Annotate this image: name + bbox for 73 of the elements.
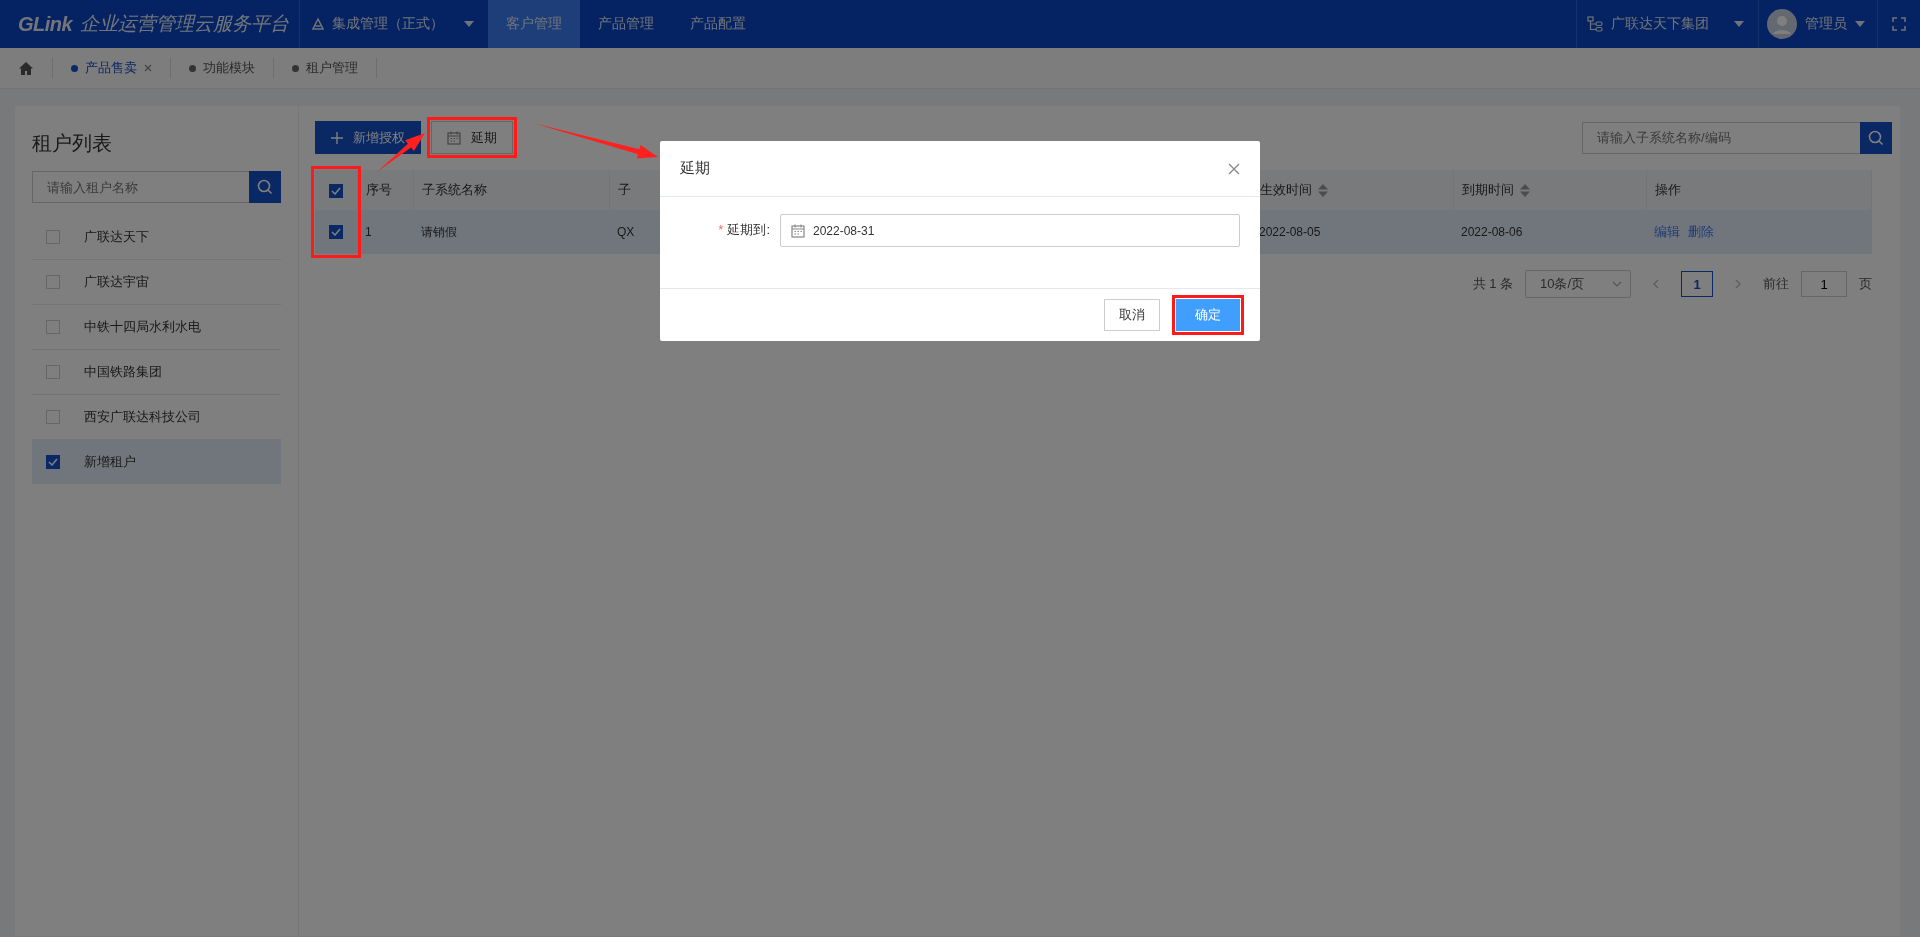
- checkbox[interactable]: [46, 455, 60, 469]
- required-mark: *: [718, 222, 724, 237]
- search-button[interactable]: [1860, 121, 1892, 154]
- plus-icon: [331, 131, 343, 144]
- triangle-icon: [312, 18, 324, 30]
- tenant-item[interactable]: 中铁十四局水利水电: [32, 305, 281, 350]
- action-link[interactable]: 删除: [1688, 224, 1714, 239]
- page-number[interactable]: 1: [1681, 271, 1713, 297]
- chevron-left-icon: [1653, 279, 1659, 289]
- date-field[interactable]: 2022-08-31: [780, 214, 1240, 247]
- calendar-icon: [791, 223, 805, 238]
- column-header: 子: [617, 182, 631, 197]
- hierarchy-icon: [1587, 16, 1603, 32]
- nav-tab[interactable]: 客户管理: [488, 0, 580, 48]
- tenant-item[interactable]: 中国铁路集团: [32, 350, 281, 395]
- table-cell: 请销假: [421, 224, 457, 239]
- caret-icon: [464, 21, 474, 27]
- page-input[interactable]: 1: [1801, 271, 1847, 297]
- close-button[interactable]: [1228, 162, 1240, 175]
- confirm-button[interactable]: 确定: [1176, 299, 1240, 331]
- tenant-item[interactable]: 广联达天下: [32, 215, 281, 260]
- page-size-select[interactable]: 10条/页: [1525, 270, 1631, 298]
- search-field[interactable]: 请输入子系统名称/编码: [1582, 121, 1860, 154]
- search-icon: [1868, 129, 1884, 146]
- sort-icon: [1519, 183, 1530, 197]
- extend-button[interactable]: 延期: [431, 121, 513, 154]
- page-unit-label: 页: [1859, 275, 1872, 293]
- fullscreen-icon: [1892, 17, 1906, 31]
- cancel-button[interactable]: 取消: [1104, 299, 1160, 331]
- sort-icon: [1317, 183, 1328, 197]
- tenant-item[interactable]: 新增租户: [32, 440, 281, 484]
- table-cell: 2022-08-06: [1461, 225, 1523, 239]
- column-header: 序号: [365, 182, 392, 197]
- table-cell: 1: [365, 225, 372, 239]
- calendar-icon: [447, 130, 461, 145]
- caret-icon: [1734, 21, 1744, 27]
- logo: GLink: [18, 12, 73, 36]
- dot-icon: [292, 64, 299, 72]
- total-count: 共 1 条: [1472, 275, 1513, 293]
- page-tab[interactable]: 租户管理: [274, 58, 377, 78]
- tenant-item[interactable]: 广联达宇宙: [32, 260, 281, 305]
- checkbox[interactable]: [329, 225, 343, 239]
- avatar-icon: [1767, 9, 1797, 39]
- dialog-title: 延期: [680, 159, 710, 178]
- caret-icon: [1855, 21, 1865, 27]
- search-icon: [257, 179, 273, 195]
- goto-label: 前往: [1763, 275, 1789, 293]
- close-icon: [1228, 162, 1240, 175]
- system-selector[interactable]: 集成管理（正式）: [300, 0, 488, 48]
- panel-title: 租户列表: [32, 131, 113, 156]
- page-tab[interactable]: 产品售卖: [53, 58, 171, 78]
- nav-tab[interactable]: 产品配置: [672, 0, 764, 48]
- column-header: 子系统名称: [421, 182, 487, 197]
- table-cell: QX: [617, 225, 635, 239]
- dot-icon: [71, 64, 78, 72]
- action-link[interactable]: 编辑: [1654, 224, 1680, 239]
- nav-tab[interactable]: 产品管理: [580, 0, 672, 48]
- field-label: 延期到:: [727, 222, 770, 237]
- column-header: 到期时间: [1461, 182, 1514, 197]
- dot-icon: [189, 64, 196, 72]
- search-button[interactable]: [249, 171, 281, 203]
- column-header: 生效时间: [1259, 182, 1312, 197]
- page-tab[interactable]: 功能模块: [171, 58, 274, 78]
- add-button[interactable]: 新增授权: [315, 121, 421, 154]
- table-cell: 2022-08-05: [1259, 225, 1321, 239]
- close-icon: [144, 64, 152, 72]
- app-title: 企业运营管理云服务平台: [80, 12, 290, 36]
- checkbox[interactable]: [329, 183, 343, 198]
- column-header: 操作: [1654, 182, 1681, 197]
- chevron-down-icon: [1612, 281, 1622, 287]
- search-field[interactable]: 请输入租户名称: [32, 171, 249, 203]
- home-icon: [18, 60, 34, 76]
- chevron-right-icon: [1735, 279, 1741, 289]
